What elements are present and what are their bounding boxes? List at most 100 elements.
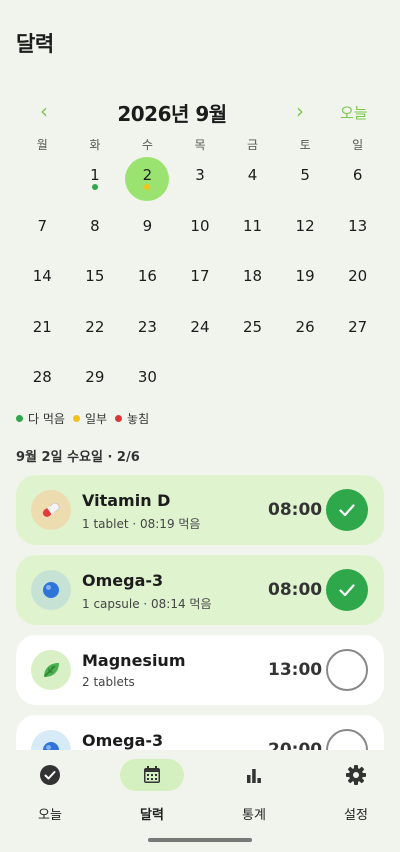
calendar-day[interactable]: 23: [121, 303, 174, 354]
calendar-day[interactable]: 12: [279, 202, 332, 253]
calendar-day-number: 25: [242, 317, 263, 336]
leaf-icon: [31, 650, 71, 690]
calendar-day-number: 13: [348, 216, 368, 235]
calendar-day-number: 29: [85, 368, 105, 386]
calendar-day[interactable]: 28: [16, 353, 69, 404]
legend-item: 다 먹음: [16, 410, 65, 427]
nav-tab[interactable]: 오늘: [0, 758, 100, 828]
calendar-day-number: 14: [32, 267, 52, 285]
calendar-day[interactable]: 11: [226, 202, 279, 253]
calendar-day-number: 9: [142, 216, 153, 235]
medication-name: Vitamin D: [82, 491, 171, 510]
nav-tab-label: 통계: [242, 808, 266, 823]
next-month-button[interactable]: ›: [288, 100, 312, 124]
day-status-dot: [91, 184, 98, 190]
calendar-day[interactable]: 6: [331, 151, 384, 202]
selected-day-summary: 9월 2일 수요일 · 2/6: [16, 450, 140, 465]
calendar-day[interactable]: 25: [226, 303, 279, 354]
calendar-day-number: 24: [190, 317, 210, 336]
calendar-grid: 1 2 3 4 5 6 7 8 9 10 11 12 13 14 15 16 17 18 19 20 21 22 23 24 2…: [16, 151, 384, 404]
bar-chart-icon: [222, 759, 286, 791]
medication-time: 13:00: [268, 660, 323, 680]
calendar-day-number: 1: [90, 166, 100, 184]
legend-label: 일부: [84, 411, 108, 426]
status-legend: 다 먹음 일부 놓침: [16, 409, 157, 427]
calendar-day[interactable]: 10: [174, 202, 227, 253]
nav-tab[interactable]: 통계: [204, 758, 304, 828]
blue-capsule-icon: [31, 570, 71, 610]
calendar-day[interactable]: 24: [174, 303, 227, 354]
medication-time: 08:00: [268, 500, 323, 520]
taken-check-button[interactable]: [326, 489, 368, 531]
nav-tab[interactable]: 설정: [306, 758, 400, 828]
calendar-day[interactable]: 26: [279, 303, 332, 354]
calendar-day[interactable]: 30: [121, 353, 174, 404]
calendar-day[interactable]: 15: [69, 252, 122, 303]
medication-card[interactable]: Magnesium 2 tablets 13:00: [16, 635, 384, 705]
calendar-day[interactable]: 8: [69, 202, 122, 253]
medication-name: Omega-3: [82, 731, 164, 750]
mark-taken-button[interactable]: [326, 649, 368, 691]
calendar-day[interactable]: 21: [16, 303, 69, 354]
calendar-day[interactable]: 13: [331, 202, 384, 253]
calendar-day[interactable]: 20: [331, 252, 384, 303]
medication-detail: 1 tablet · 08:19 먹음: [82, 517, 201, 531]
calendar-day-number: 17: [190, 267, 210, 285]
check-circle-icon: [18, 759, 82, 791]
calendar-day-number: 10: [190, 216, 210, 235]
taken-check-button[interactable]: [326, 569, 368, 611]
medication-name: Omega-3: [82, 571, 164, 590]
calendar-day-number: 22: [85, 317, 105, 336]
calendar-day[interactable]: 22: [69, 303, 122, 354]
today-button[interactable]: 오늘: [340, 102, 368, 123]
legend-dot: [16, 414, 23, 422]
calendar-day[interactable]: 4: [226, 151, 279, 202]
medication-detail: 2 tablets: [82, 675, 135, 689]
calendar-day-number: 7: [37, 216, 48, 235]
calendar-day-number: 16: [137, 267, 157, 285]
legend-item: 일부: [72, 410, 108, 427]
medication-card[interactable]: Vitamin D 1 tablet · 08:19 먹음 08:00: [16, 475, 384, 545]
calendar-day-number: 28: [32, 368, 52, 386]
empty-day-cell: [16, 151, 69, 202]
calendar-day-number: 2: [142, 166, 153, 184]
calendar-day[interactable]: 29: [69, 353, 122, 404]
calendar-day-number: 20: [348, 267, 368, 285]
calendar-day[interactable]: 14: [16, 252, 69, 303]
calendar-day-number: 18: [242, 267, 263, 285]
calendar-day[interactable]: 3: [174, 151, 227, 202]
calendar-day[interactable]: 17: [174, 252, 227, 303]
calendar-day-number: 23: [137, 317, 157, 336]
medication-detail: 1 capsule · 08:14 먹음: [82, 597, 212, 611]
legend-label: 놓침: [127, 411, 150, 426]
calendar-day-number: 30: [137, 368, 157, 386]
nav-tab[interactable]: 달력: [102, 758, 202, 828]
calendar-day[interactable]: 1: [69, 151, 122, 202]
calendar-day-number: 5: [300, 166, 310, 184]
medication-time: 08:00: [268, 580, 323, 600]
calendar-day[interactable]: 5: [279, 151, 332, 202]
legend-item: 놓침: [115, 410, 149, 427]
calendar-day[interactable]: 19: [279, 252, 332, 303]
legend-dot: [72, 414, 80, 422]
calendar-day-number: 4: [247, 166, 258, 184]
calendar-day[interactable]: 18: [226, 252, 279, 303]
calendar-day[interactable]: 16: [121, 252, 174, 303]
calendar-day[interactable]: 9: [121, 202, 174, 253]
calendar-day[interactable]: 2: [121, 151, 174, 202]
legend-dot: [115, 414, 123, 422]
calendar-day-number: 21: [32, 317, 52, 336]
medication-name: Magnesium: [82, 651, 186, 670]
bottom-navigation: 오늘 달력 통계 설정: [0, 750, 400, 852]
calendar-day-number: 8: [90, 216, 100, 235]
legend-label: 다 먹음: [28, 411, 65, 426]
home-indicator: [148, 838, 252, 842]
medication-card[interactable]: Omega-3 1 capsule · 08:14 먹음 08:00: [16, 555, 384, 625]
calendar-day-number: 27: [348, 317, 368, 336]
calendar-day-number: 15: [85, 267, 105, 285]
nav-tab-label: 오늘: [38, 808, 62, 823]
calendar-day-number: 19: [295, 267, 315, 285]
calendar-day[interactable]: 27: [331, 303, 384, 354]
medication-list: Vitamin D1 tablet · 08:19 먹음 08:00 Omega-3…: [16, 475, 384, 795]
calendar-day[interactable]: 7: [16, 202, 69, 253]
